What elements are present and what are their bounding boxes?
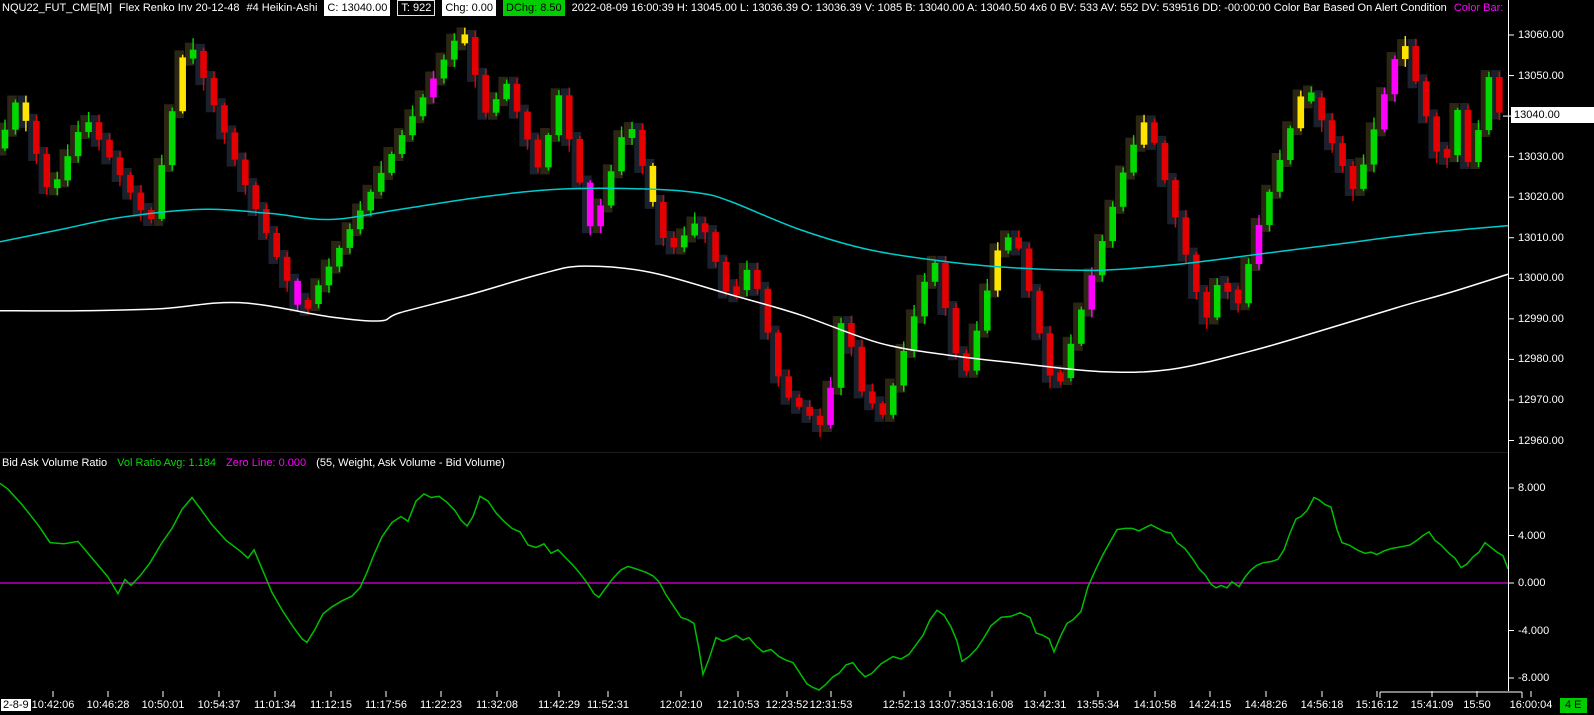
time-tick-label: 12:02:10 [659,699,703,711]
price-tick-label: 13010.00 [1518,231,1564,244]
time-tick-label: 15:41:09 [1410,699,1454,711]
current-price-label: 13040.00 [1511,107,1594,123]
panel2-header-segment-0: Bid Ask Volume Ratio [2,457,108,469]
time-tick-label: 10:46:28 [86,699,130,711]
time-tick-label: 13:07:35 [928,699,972,711]
price-tick-label: 12960.00 [1518,434,1564,447]
time-tick-label: 11:01:34 [253,699,297,711]
time-tick-label: 2-8-9 [1,699,31,711]
time-tick-label: 12:23:52 [765,699,809,711]
trading-chart-window: NQU22_FUT_CME[M] Flex Renko Inv 20-12-48 #… [0,0,1594,715]
time-tick-label: 13:42:31 [1023,699,1067,711]
osc-tick-label: 0.000 [1518,577,1546,589]
header-bar-segment-5: Chg: 0.00 [442,0,497,16]
osc-tick-label: 8.000 [1518,482,1546,494]
osc-tick-label: -4.000 [1518,624,1550,637]
panel2-header-segment-1: Vol Ratio Avg: 1.184 [117,457,217,469]
time-tick-label: 12:10:53 [716,699,760,711]
time-tick-label: 11:22:23 [419,699,463,711]
time-tick-label: 14:10:58 [1133,699,1177,711]
price-tick-label: 13020.00 [1518,191,1564,204]
time-tick-label: 12:52:13 [882,699,926,711]
time-tick-label: 14:24:15 [1188,699,1232,711]
price-tick-label: 12990.00 [1518,312,1564,325]
header-bar-segment-4: T: 922 [397,0,436,16]
header-bar-segment-6: DChg: 8.50 [503,0,565,16]
header-bar-segment-2: #4 Heikin-Ashi [246,2,318,14]
time-tick-label: 13:16:08 [970,699,1014,711]
osc-tick-label: 4.000 [1518,529,1546,542]
header-bar-segment-8: Color Bar: 0.00 Extended [1453,2,1506,14]
chart-canvas[interactable] [0,0,1594,715]
price-tick-label: 13000.00 [1518,272,1564,285]
header-bar-segment-0: NQU22_FUT_CME[M] [2,2,113,14]
osc-tick-label: -8.000 [1518,672,1550,684]
time-tick-label: 15:50 [1463,699,1491,711]
time-tick-label: 11:52:31 [586,699,630,711]
time-tick-label: 15:16:12 [1355,699,1399,711]
time-tick-label: 10:54:37 [197,699,241,711]
price-tick-label: 12980.00 [1518,353,1564,366]
time-tick-label: 11:12:15 [309,699,353,711]
time-tick-label: 11:32:08 [475,699,519,711]
time-tick-label: 10:50:01 [141,699,185,711]
study-header-bar: Bid Ask Volume Ratio Vol Ratio Avg: 1.184… [2,456,1506,471]
status-badge: 4 E [1560,698,1587,713]
time-tick-label: 14:48:26 [1244,699,1288,711]
time-tick-label: 11:42:29 [537,699,581,711]
time-tick-label: 13:55:34 [1076,699,1120,711]
time-tick-label: 16:00:04 [1509,699,1553,711]
time-tick-label: 14:56:18 [1300,699,1344,711]
price-tick-label: 13030.00 [1518,150,1564,163]
time-tick-label: 11:17:56 [364,699,408,711]
header-bar-segment-1: Flex Renko Inv 20-12-48 [119,2,240,14]
ma-fast-line [0,187,1509,272]
chart-header-bar: NQU22_FUT_CME[M] Flex Renko Inv 20-12-48 #… [2,0,1506,17]
price-tick-label: 13060.00 [1518,29,1564,41]
header-bar-segment-7: 2022-08-09 16:00:39 H: 13045.00 L: 13036… [571,2,1447,14]
panel2-header-segment-3: (55, Weight, Ask Volume - Bid Volume) [316,457,505,469]
time-tick-label: 10:42:06 [31,699,75,711]
time-tick-label: 12:31:53 [809,699,853,711]
price-tick-label: 12970.00 [1518,393,1564,406]
header-bar-segment-3: C: 13040.00 [324,0,391,16]
price-tick-label: 13050.00 [1518,69,1564,82]
panel2-header-segment-2: Zero Line: 0.000 [226,457,307,469]
vol-ratio-line [0,482,1509,691]
